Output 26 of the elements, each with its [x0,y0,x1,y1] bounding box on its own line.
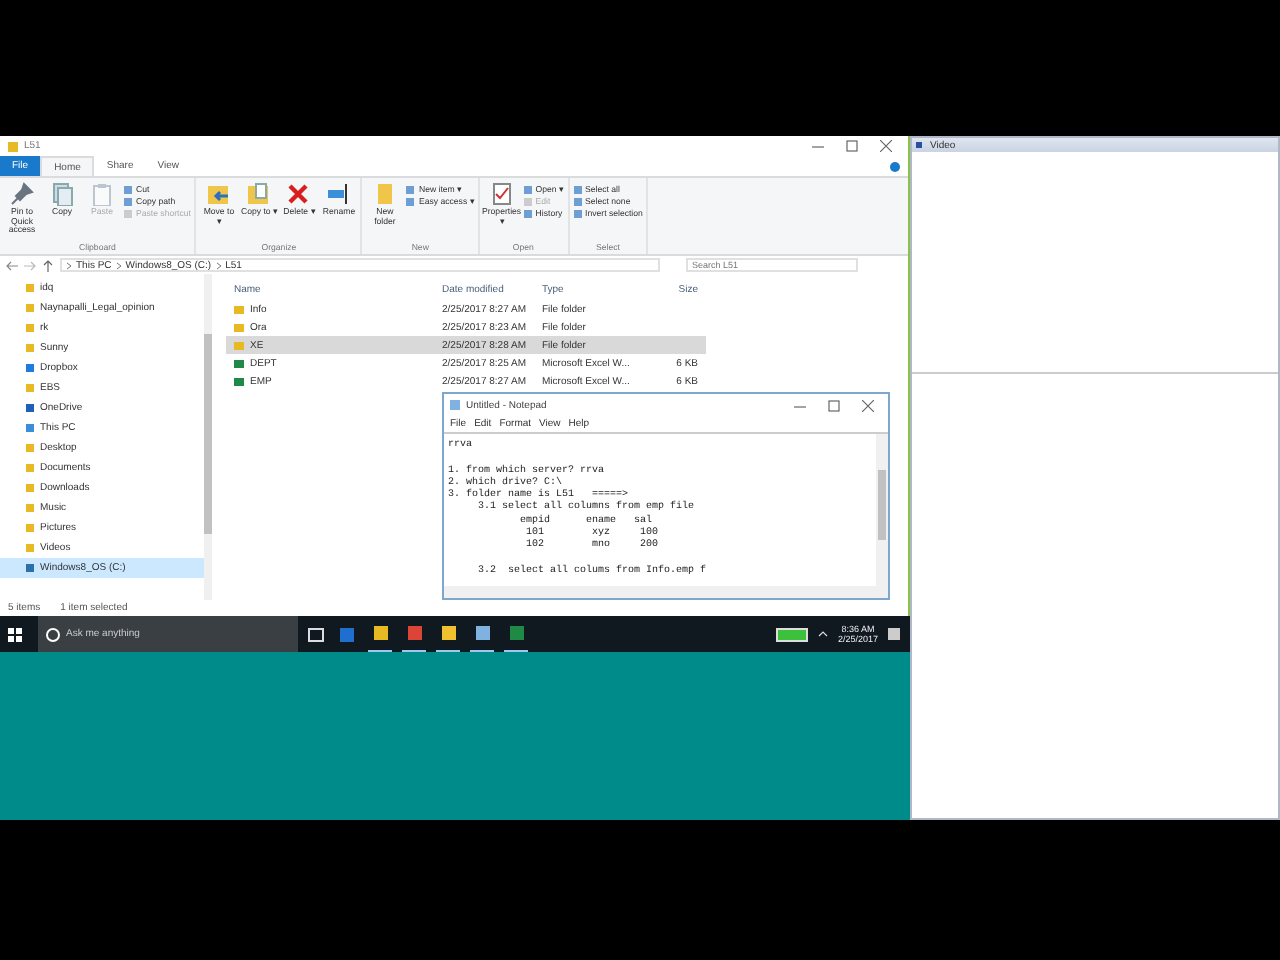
doc-icon [50,182,74,206]
close-icon[interactable] [862,399,874,411]
chevron-icon [115,261,122,269]
task-view-icon[interactable] [308,627,324,641]
maximize-icon[interactable] [846,140,858,152]
rename-icon [326,182,351,206]
folder-doc-icon [246,182,271,206]
caret-icon[interactable] [817,630,828,638]
folder-icon [8,141,18,151]
scrollbar[interactable] [444,586,888,598]
chevron-icon [66,261,72,269]
up-arrow-icon[interactable] [42,259,54,271]
scrollbar[interactable] [876,434,888,586]
close-icon[interactable] [880,140,892,152]
chevron-icon [215,261,222,269]
folder-icon [372,182,397,206]
x-icon [286,182,311,206]
maximize-icon[interactable] [828,399,840,411]
clip-icon [90,182,114,206]
scrollbar[interactable] [204,274,212,600]
notepad-icon [450,400,460,410]
pin-icon [10,182,34,206]
battery-icon[interactable] [775,627,808,641]
back-icon[interactable] [6,259,18,271]
check-icon [489,182,514,206]
help-icon[interactable] [890,161,900,171]
